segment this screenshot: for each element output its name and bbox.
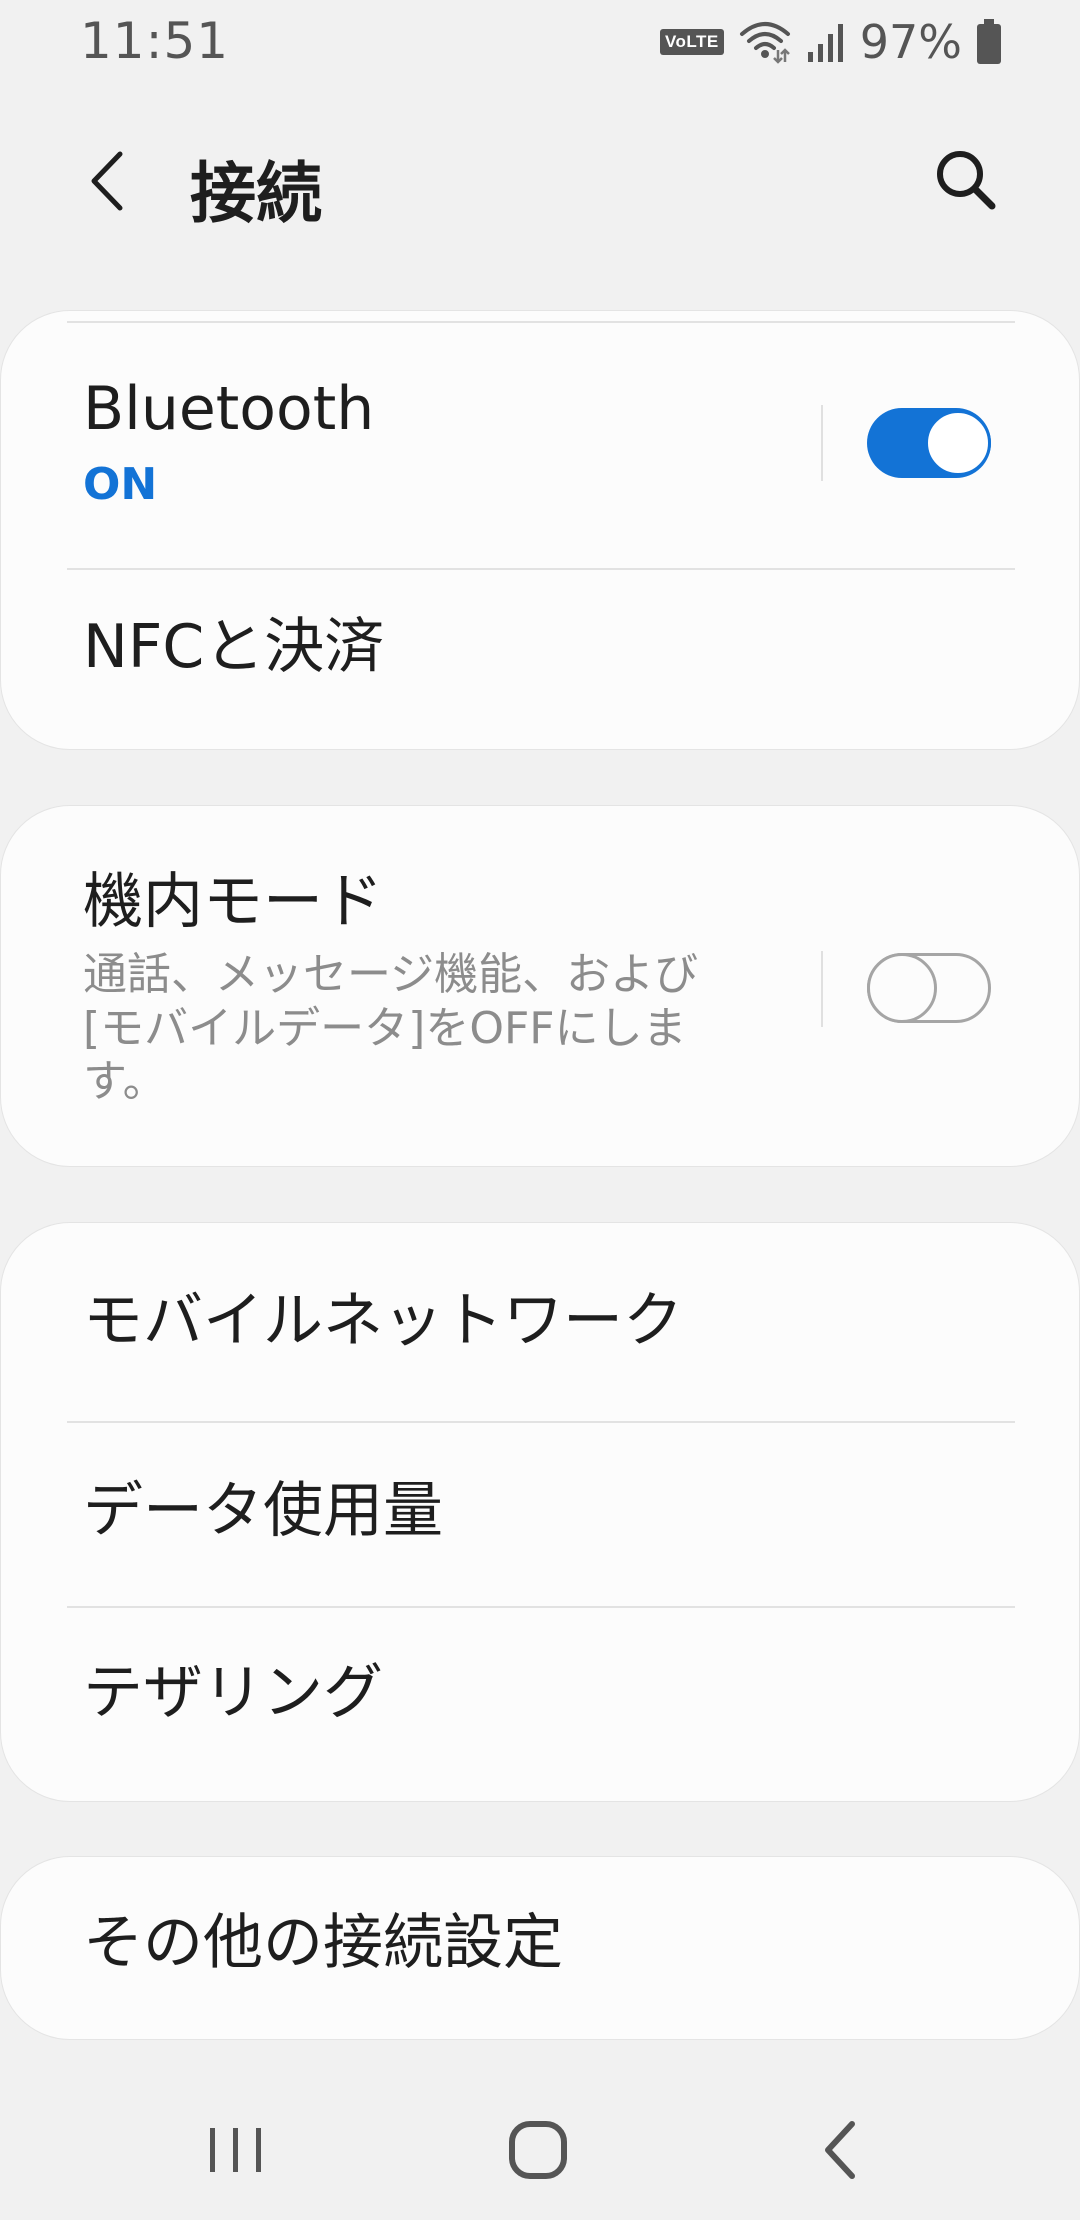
data-usage-row[interactable]: データ使用量 [1,1475,1080,1585]
battery-icon [977,19,1001,64]
wifi-icon [739,22,790,64]
home-icon[interactable] [498,2110,578,2190]
toggle-knob [925,410,991,476]
airplane-mode-toggle[interactable] [867,953,991,1023]
airplane-mode-description: 通話、メッセージ機能、および[モバイルデータ]をOFFにします。 [83,949,699,1108]
toggle-separator [821,951,823,1027]
bluetooth-toggle[interactable] [867,408,991,478]
more-connection-settings-row[interactable]: その他の接続設定 [1,1907,1080,2017]
tethering-row[interactable]: テザリング [1,1657,1080,1767]
nfc-row[interactable]: NFCと決済 [1,611,1080,721]
toggle-knob [867,953,937,1023]
card-connectivity: Bluetooth ON NFCと決済 [0,310,1080,750]
tethering-title: テザリング [83,1658,383,1728]
more-connection-settings-title: その他の接続設定 [83,1908,563,1978]
status-time: 11:51 [80,12,230,70]
app-bar: 接続 [0,120,1080,240]
back-icon[interactable] [800,2110,880,2190]
divider [67,1421,1015,1423]
airplane-mode-title: 機内モード [83,867,383,937]
divider [67,321,1015,323]
signal-icon [807,24,843,62]
search-icon[interactable] [930,144,1002,216]
recent-apps-icon[interactable] [196,2110,276,2190]
volte-icon: VoLTE [659,29,724,55]
screen: 11:51 VoLTE 97% 接続 Bluetooth ON NFCと決済 機… [0,0,1080,2220]
divider [67,1606,1015,1608]
nfc-title: NFCと決済 [83,612,385,682]
divider [67,568,1015,570]
toggle-separator [821,405,823,481]
battery-percent: 97% [859,15,962,69]
card-airplane: 機内モード 通話、メッセージ機能、および[モバイルデータ]をOFFにします。 [0,805,1080,1167]
data-usage-title: データ使用量 [83,1476,443,1546]
page-title: 接続 [190,155,322,232]
back-arrow-icon[interactable] [78,146,138,216]
card-more: その他の接続設定 [0,1856,1080,2040]
navigation-bar [0,2080,1080,2220]
status-icons: VoLTE 97% [659,15,1002,69]
card-network: モバイルネットワーク データ使用量 テザリング [0,1222,1080,1802]
mobile-network-title: モバイルネットワーク [83,1286,683,1356]
mobile-network-row[interactable]: モバイルネットワーク [1,1285,1080,1395]
status-bar: 11:51 VoLTE 97% [0,0,1080,84]
